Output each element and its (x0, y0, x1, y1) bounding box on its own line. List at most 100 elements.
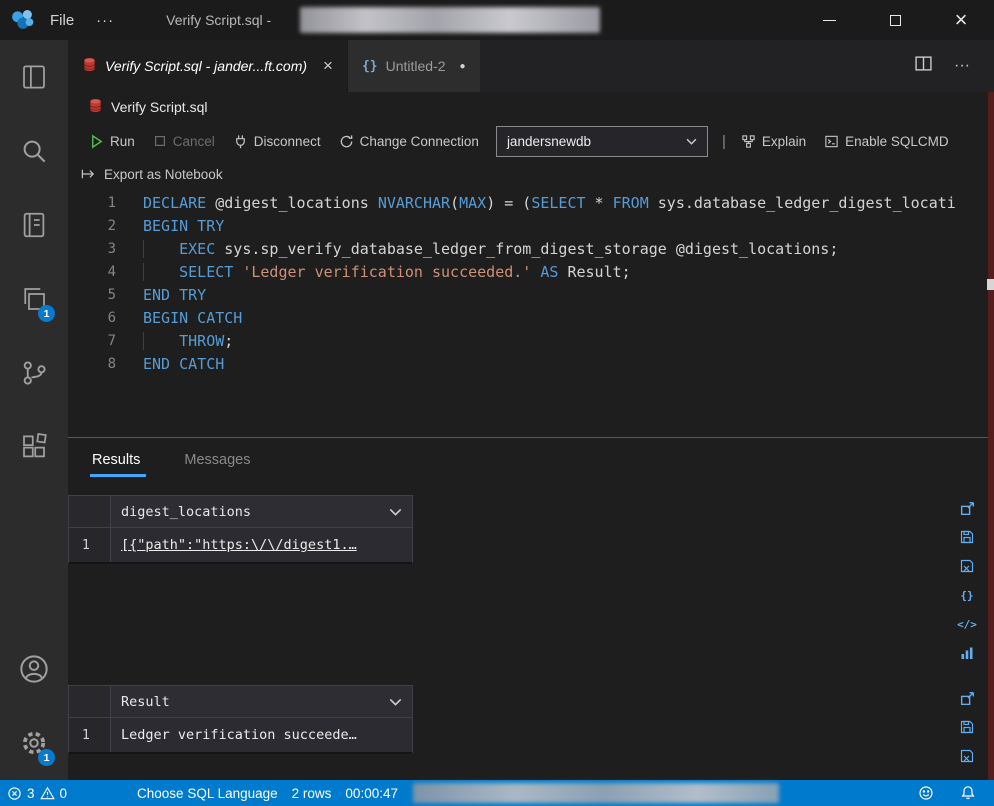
change-connection-button[interactable]: Change Connection (330, 127, 488, 155)
source-control-icon[interactable] (0, 336, 68, 410)
enable-sqlcmd-label: Enable SQLCMD (845, 134, 949, 149)
language-mode-selector[interactable]: Choose SQL Language (130, 780, 285, 806)
save-excel-icon[interactable] (956, 745, 978, 767)
maximize-grid-icon[interactable] (956, 687, 978, 709)
code-editor[interactable]: 1DECLARE @digest_locations NVARCHAR(MAX)… (68, 188, 994, 437)
result-cell-link[interactable]: [{"path":"https:\/\/digest1.… (111, 528, 412, 562)
code-line[interactable]: 4 SELECT 'Ledger verification succeeded.… (68, 261, 994, 284)
connections-icon[interactable] (0, 40, 68, 114)
grid-corner-cell[interactable] (69, 496, 111, 527)
database-file-icon (88, 98, 103, 116)
code-text: BEGIN CATCH (143, 307, 242, 330)
redacted-window-title (300, 7, 600, 33)
disconnect-label: Disconnect (254, 134, 321, 149)
code-line[interactable]: 1DECLARE @digest_locations NVARCHAR(MAX)… (68, 192, 994, 215)
line-number: 5 (68, 284, 116, 307)
results-tab-label: Results (92, 452, 140, 468)
results-panel-tabs: Results Messages (68, 438, 994, 477)
notebooks-icon[interactable] (0, 188, 68, 262)
menu-more-icon[interactable]: ··· (88, 12, 122, 29)
row-number-cell[interactable]: 1 (69, 718, 111, 752)
problems-indicator[interactable]: 3 0 (0, 780, 74, 806)
grid2-toolbar: {} (956, 687, 978, 780)
database-dropdown[interactable]: jandersnewdb (496, 126, 708, 157)
document-filename: Verify Script.sql (111, 99, 207, 115)
save-csv-icon[interactable] (956, 716, 978, 738)
code-text: THROW; (143, 330, 233, 353)
tab-close-icon[interactable]: × (323, 56, 333, 76)
grid-header-row: Result (68, 685, 413, 718)
scrollbar-thumb[interactable] (987, 279, 994, 290)
feedback-smiley-icon[interactable] (918, 785, 934, 801)
redacted-status-info (413, 783, 779, 803)
right-edge-strip (988, 92, 994, 780)
search-icon[interactable] (0, 114, 68, 188)
line-number: 4 (68, 261, 116, 284)
tab-results[interactable]: Results (92, 452, 140, 477)
table-row[interactable]: 1 [{"path":"https:\/\/digest1.… (68, 528, 413, 564)
maximize-grid-icon[interactable] (956, 497, 978, 519)
chart-icon[interactable] (956, 642, 978, 664)
run-label: Run (110, 134, 135, 149)
code-text: END TRY (143, 284, 206, 307)
code-line[interactable]: 7 THROW; (68, 330, 994, 353)
column-header[interactable]: digest_locations (111, 496, 412, 527)
extensions-icon[interactable] (0, 410, 68, 484)
export-arrow-icon (81, 168, 96, 180)
code-line[interactable]: 5 END TRY (68, 284, 994, 307)
column-header[interactable]: Result (111, 686, 412, 717)
table-row[interactable]: 1 Ledger verification succeede… (68, 718, 413, 754)
database-file-icon (82, 57, 97, 75)
statusbar-right (918, 785, 994, 801)
column-header-label: Result (121, 694, 170, 710)
result-grid-result: Result 1 Ledger verification succeede… (68, 685, 413, 754)
grid-corner-cell[interactable] (69, 686, 111, 717)
minimize-button[interactable] (796, 0, 862, 40)
more-actions-icon[interactable]: ··· (954, 57, 970, 75)
cancel-label: Cancel (173, 134, 215, 149)
save-excel-icon[interactable] (956, 555, 978, 577)
account-icon[interactable] (0, 632, 68, 706)
tab-verify-script[interactable]: Verify Script.sql - jander...ft.com) × (68, 40, 347, 92)
grid-header-row: digest_locations (68, 495, 413, 528)
tab-messages[interactable]: Messages (184, 452, 250, 477)
code-line[interactable]: 3 EXEC sys.sp_verify_database_ledger_fro… (68, 238, 994, 261)
result-grid-digest-locations: digest_locations 1 [{"path":"https:\/\/d… (68, 495, 413, 564)
code-line[interactable]: 8 END CATCH (68, 353, 994, 376)
explorer-badge: 1 (38, 305, 55, 322)
code-text: END CATCH (143, 353, 224, 376)
explain-button[interactable]: Explain (732, 127, 815, 155)
save-csv-icon[interactable] (956, 526, 978, 548)
disconnect-button[interactable]: Disconnect (224, 127, 330, 155)
split-editor-icon[interactable] (915, 56, 932, 76)
cancel-button[interactable]: Cancel (144, 127, 224, 155)
code-text: EXEC sys.sp_verify_database_ledger_from_… (143, 238, 838, 261)
warning-count: 0 (60, 786, 68, 801)
result-cell[interactable]: Ledger verification succeede… (111, 718, 412, 752)
code-line[interactable]: 2BEGIN TRY (68, 215, 994, 238)
run-button[interactable]: Run (80, 127, 144, 155)
settings-gear-icon[interactable]: 1 (0, 706, 68, 780)
row-count-status: 2 rows (285, 780, 339, 806)
code-line[interactable]: 6BEGIN CATCH (68, 307, 994, 330)
row-number-cell[interactable]: 1 (69, 528, 111, 562)
notifications-bell-icon[interactable] (960, 785, 976, 801)
export-notebook-button[interactable]: Export as Notebook (104, 167, 223, 182)
explorer-icon[interactable]: 1 (0, 262, 68, 336)
save-json-icon[interactable]: {} (956, 584, 978, 606)
tab-untitled-2[interactable]: {} Untitled-2 ● (347, 40, 480, 92)
enable-sqlcmd-button[interactable]: Enable SQLCMD (815, 127, 958, 155)
code-area: 1DECLARE @digest_locations NVARCHAR(MAX)… (68, 192, 994, 376)
maximize-button[interactable] (862, 0, 928, 40)
warning-icon (40, 786, 55, 801)
close-button[interactable]: × (928, 0, 994, 40)
chevron-down-icon (686, 138, 697, 145)
window-controls: × (796, 0, 994, 40)
code-text: BEGIN TRY (143, 215, 224, 238)
save-xml-icon[interactable]: </> (956, 613, 978, 635)
change-connection-icon (339, 134, 354, 149)
close-icon: × (955, 9, 968, 31)
menu-file[interactable]: File (36, 12, 88, 29)
tab-label: Verify Script.sql - jander...ft.com) (105, 58, 307, 74)
line-number: 8 (68, 353, 116, 376)
